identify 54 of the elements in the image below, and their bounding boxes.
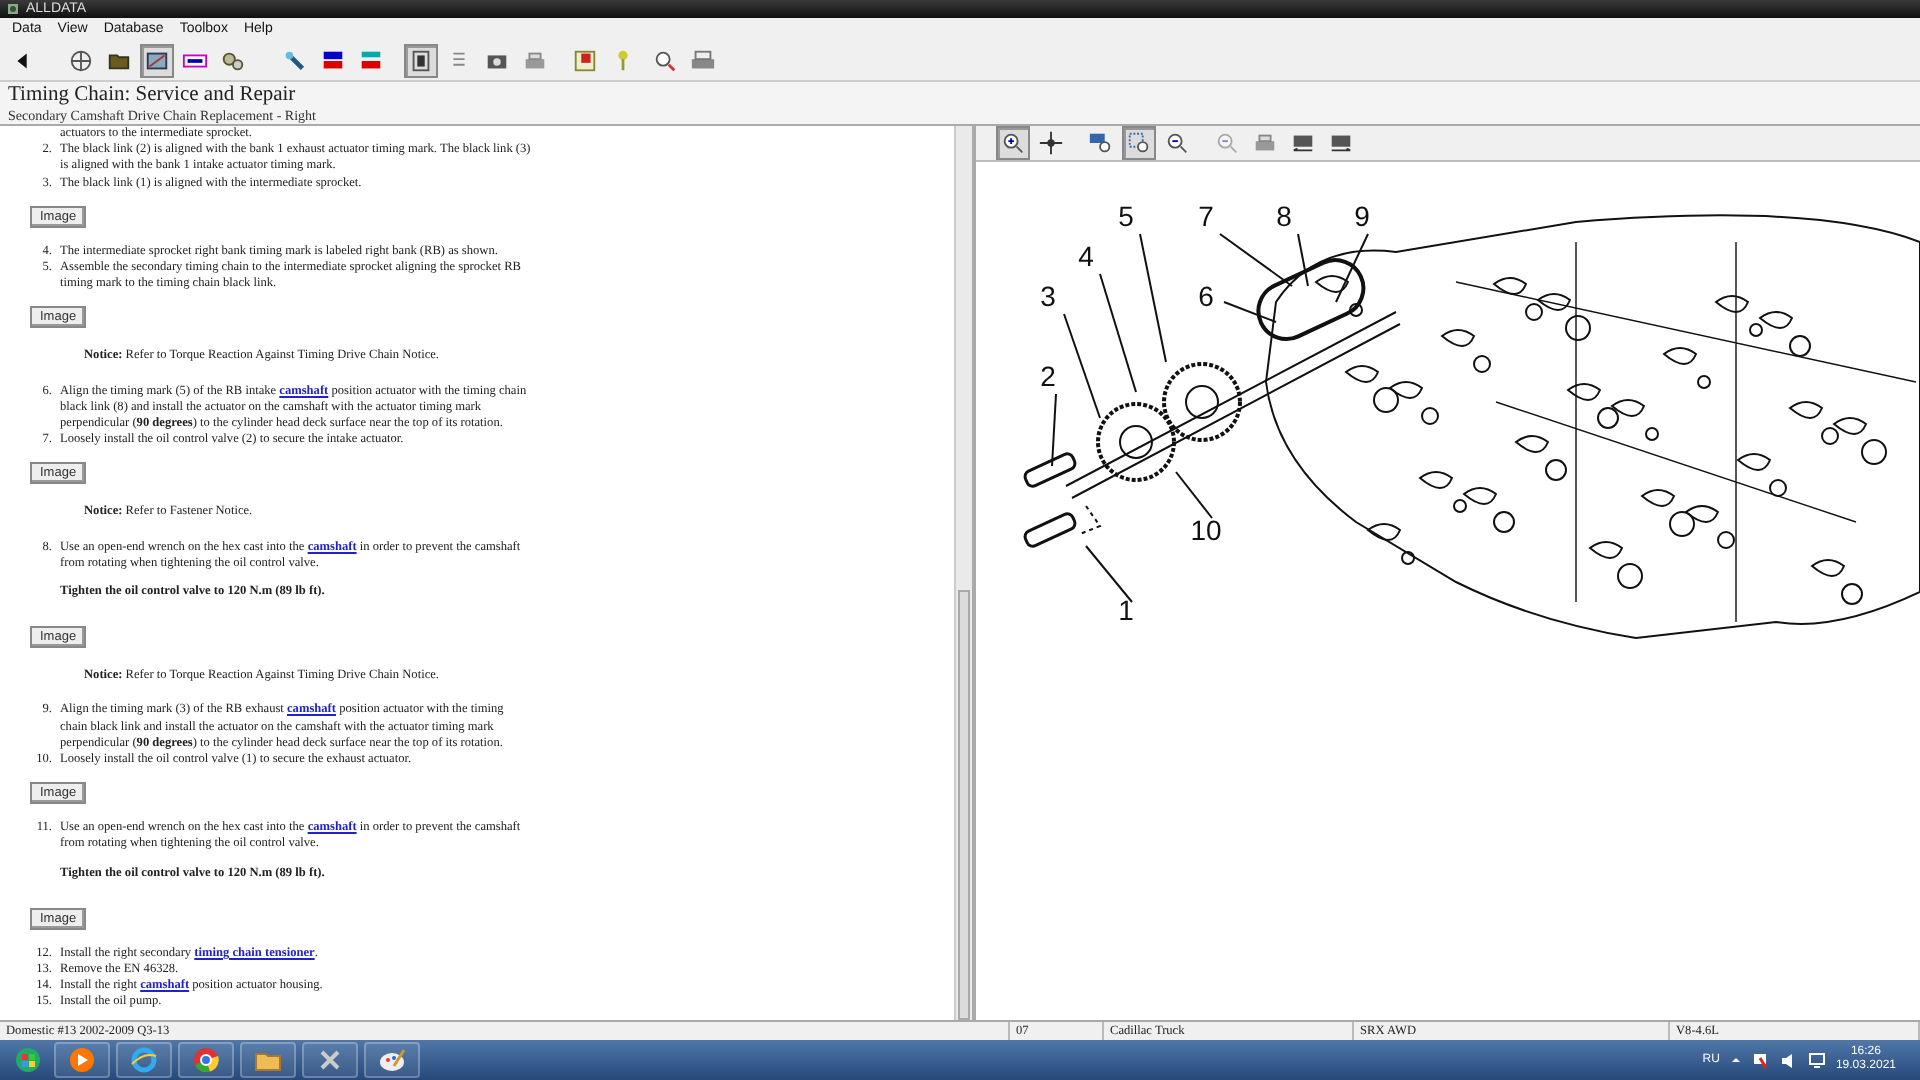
zoom-area-icon (1088, 130, 1114, 156)
palette-icon (378, 1046, 406, 1074)
leader-line (1139, 233, 1167, 363)
zoom-fit-button[interactable] (1122, 126, 1156, 160)
scanner-button[interactable] (140, 43, 174, 77)
callout-number: 10 (1190, 514, 1222, 546)
media-player-button[interactable] (54, 1042, 110, 1078)
zoom-out-icon (1164, 130, 1190, 156)
page-title: Timing Chain: Service and Repair (8, 84, 296, 108)
zoom-fit-icon (1126, 130, 1152, 156)
search-icon (652, 47, 678, 73)
leader-line (1085, 545, 1133, 603)
tray-arrow-icon[interactable] (1729, 1054, 1742, 1066)
browser-icon (130, 1046, 158, 1074)
printer-icon (690, 47, 716, 73)
callout-number: 7 (1198, 200, 1214, 232)
play-icon (68, 1046, 96, 1074)
zoom-in-icon (1000, 130, 1026, 156)
document-button[interactable] (404, 43, 438, 77)
browser-icon (192, 1046, 220, 1074)
book-icon (572, 47, 598, 73)
flag-icon[interactable] (1751, 1051, 1770, 1069)
app-button[interactable] (302, 1042, 358, 1078)
document-icon (408, 47, 434, 73)
gears-icon (220, 47, 246, 73)
callout-number: 6 (1198, 280, 1214, 312)
printer-icon (1252, 130, 1278, 156)
callout-number: 4 (1078, 240, 1094, 272)
globe-icon (68, 47, 94, 73)
wrench-icon (282, 47, 308, 73)
move-button[interactable] (1034, 126, 1068, 160)
speaker-icon[interactable] (1779, 1051, 1798, 1069)
move-icon (1038, 130, 1064, 156)
browser-button[interactable] (178, 1042, 234, 1078)
camera-icon (1290, 130, 1316, 156)
tools-icon (316, 1046, 344, 1074)
scanner-icon (144, 47, 170, 73)
callout-number: 5 (1118, 200, 1134, 232)
leader-line (1099, 273, 1137, 393)
camera-icon (1328, 130, 1354, 156)
callout-number: 8 (1276, 200, 1292, 232)
callout-number: 1 (1118, 594, 1134, 626)
callout-number: 2 (1040, 360, 1056, 392)
browser-button[interactable] (116, 1042, 172, 1078)
windows-logo-icon (14, 1046, 42, 1074)
callout-number: 3 (1040, 280, 1056, 312)
callout-number: 9 (1354, 200, 1370, 232)
zoom-in-button[interactable] (996, 126, 1030, 160)
app-icon (6, 2, 20, 16)
scrollbar[interactable] (954, 126, 972, 1020)
leader-line (1175, 471, 1213, 519)
paint-button[interactable] (364, 1042, 420, 1078)
zoom-out-icon (1214, 130, 1240, 156)
printer-icon (522, 47, 548, 73)
